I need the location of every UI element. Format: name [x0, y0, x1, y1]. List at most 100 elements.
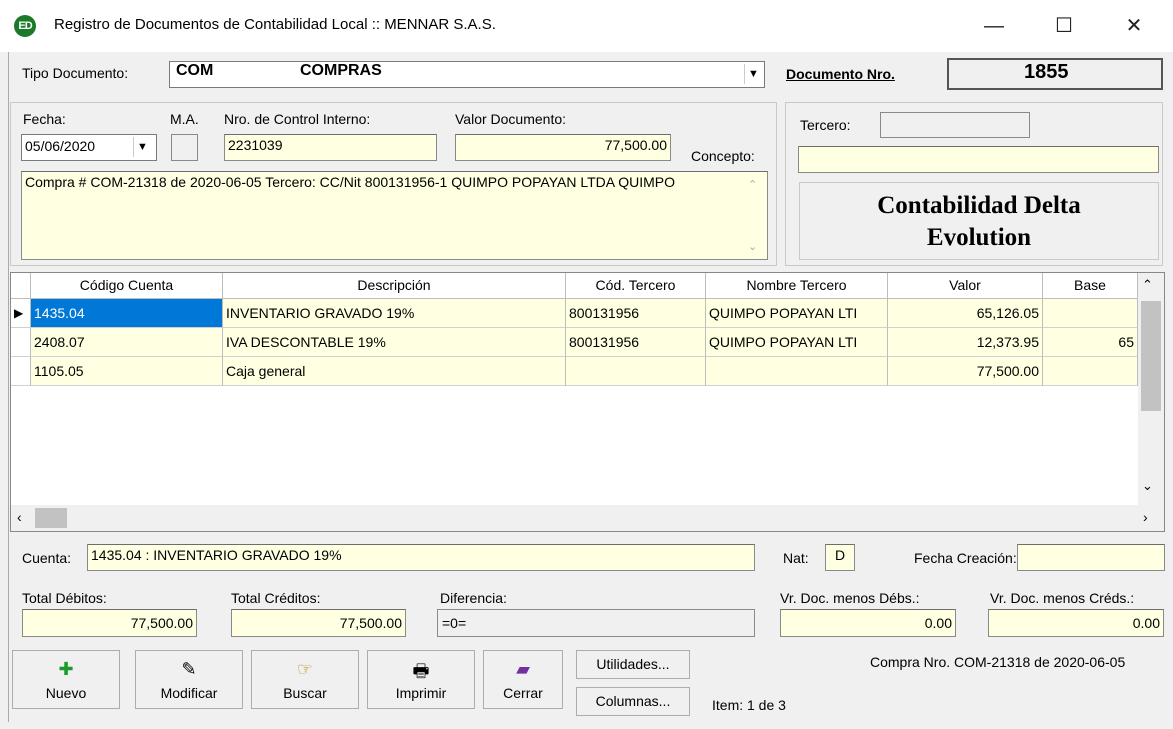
tipo-documento-code: COM: [176, 62, 214, 79]
window-title: Registro de Documentos de Contabilidad L…: [54, 16, 496, 33]
table-cell[interactable]: 77,500.00: [888, 357, 1043, 386]
vr-debs-field[interactable]: 0.00: [780, 609, 956, 637]
table-cell[interactable]: [706, 357, 888, 386]
total-creditos-label: Total Créditos:: [231, 590, 321, 606]
table-cell[interactable]: 1435.04: [31, 299, 223, 328]
scroll-down-icon[interactable]: ⌄: [748, 240, 757, 253]
utilidades-button[interactable]: Utilidades...: [576, 650, 690, 679]
app-logo-icon: ED: [14, 15, 36, 37]
cerrar-button[interactable]: ▰ Cerrar: [483, 650, 563, 709]
ma-field[interactable]: [171, 134, 198, 161]
scroll-up-icon[interactable]: ⌃: [1142, 277, 1153, 293]
col-header-cod-tercero[interactable]: Cód. Tercero: [566, 273, 706, 299]
dropdown-arrow-icon[interactable]: ▼: [133, 137, 151, 157]
horizontal-scroll-thumb[interactable]: [35, 508, 67, 528]
dropdown-arrow-icon[interactable]: ▼: [744, 64, 762, 84]
table-cell[interactable]: INVENTARIO GRAVADO 19%: [223, 299, 566, 328]
table-cell[interactable]: QUIMPO POPAYAN LTI: [706, 328, 888, 357]
col-header-valor[interactable]: Valor: [888, 273, 1043, 299]
valor-documento-field[interactable]: 77,500.00: [455, 134, 671, 161]
scroll-down-icon[interactable]: ⌄: [1142, 478, 1153, 494]
vr-debs-label: Vr. Doc. menos Débs.:: [780, 590, 920, 606]
col-header-nombre-tercero[interactable]: Nombre Tercero: [706, 273, 888, 299]
fecha-creacion-label: Fecha Creación:: [914, 550, 1017, 566]
edit-icon: ✎: [181, 659, 197, 679]
tercero-code-field[interactable]: [880, 112, 1030, 138]
tipo-documento-name: COMPRAS: [300, 62, 382, 79]
brand-line-2: Evolution: [926, 224, 1032, 251]
table-cell[interactable]: 12,373.95: [888, 328, 1043, 357]
maximize-icon[interactable]: ☐: [1044, 10, 1084, 42]
col-header-base[interactable]: Base: [1043, 273, 1138, 299]
table-cell[interactable]: [566, 357, 706, 386]
tercero-name-field[interactable]: [798, 146, 1159, 173]
scroll-left-icon[interactable]: ‹: [17, 509, 22, 525]
nuevo-button[interactable]: ✚ Nuevo: [12, 650, 120, 709]
plus-icon: ✚: [58, 659, 74, 679]
nat-label: Nat:: [783, 550, 809, 566]
buscar-label: Buscar: [283, 685, 327, 701]
table-cell[interactable]: [1043, 299, 1138, 328]
brand-line-1: Contabilidad Delta: [877, 192, 1081, 219]
diferencia-label: Diferencia:: [440, 590, 507, 606]
buscar-button[interactable]: ☞ Buscar: [251, 650, 359, 709]
minimize-icon[interactable]: —: [974, 10, 1014, 42]
table-cell[interactable]: 2408.07: [31, 328, 223, 357]
nat-field[interactable]: D: [825, 544, 855, 571]
exit-door-icon: ▰: [516, 659, 530, 679]
documento-nro-label: Documento Nro.: [786, 66, 895, 82]
row-selector[interactable]: [11, 357, 31, 386]
concepto-textarea[interactable]: Compra # COM-21318 de 2020-06-05 Tercero…: [21, 171, 768, 260]
fecha-value: 05/06/2020: [25, 138, 96, 154]
grid-corner: [11, 273, 31, 299]
imprimir-button[interactable]: 🖶 Imprimir: [367, 650, 475, 709]
control-interno-field[interactable]: 2231039: [224, 134, 437, 161]
table-cell[interactable]: Caja general: [223, 357, 566, 386]
row-selector-icon[interactable]: ▶: [11, 299, 31, 328]
fecha-creacion-field[interactable]: [1017, 544, 1165, 571]
table-cell[interactable]: 800131956: [566, 299, 706, 328]
table-cell[interactable]: [1043, 357, 1138, 386]
table-cell[interactable]: IVA DESCONTABLE 19%: [223, 328, 566, 357]
total-debitos-label: Total Débitos:: [22, 590, 107, 606]
col-header-descripcion[interactable]: Descripción: [223, 273, 566, 299]
nuevo-label: Nuevo: [45, 685, 87, 701]
close-icon[interactable]: ✕: [1114, 10, 1154, 42]
table-cell[interactable]: 65,126.05: [888, 299, 1043, 328]
total-debitos-field[interactable]: 77,500.00: [22, 609, 197, 637]
item-counter: Item: 1 de 3: [712, 697, 786, 713]
cerrar-label: Cerrar: [503, 685, 543, 701]
ma-label: M.A.: [170, 111, 199, 127]
printer-icon: 🖶: [412, 661, 430, 681]
compra-status: Compra Nro. COM-21318 de 2020-06-05: [870, 654, 1126, 670]
accounts-grid[interactable]: Código Cuenta Descripción Cód. Tercero N…: [10, 272, 1165, 532]
tipo-documento-combo[interactable]: [169, 61, 765, 88]
col-header-codigo[interactable]: Código Cuenta: [31, 273, 223, 299]
scroll-right-icon[interactable]: ›: [1143, 509, 1148, 525]
modificar-button[interactable]: ✎ Modificar: [135, 650, 243, 709]
table-cell[interactable]: QUIMPO POPAYAN LTI: [706, 299, 888, 328]
valor-documento-label: Valor Documento:: [455, 111, 567, 127]
table-cell[interactable]: 65: [1043, 328, 1138, 357]
table-cell[interactable]: 800131956: [566, 328, 706, 357]
concepto-label: Concepto:: [691, 148, 755, 164]
imprimir-label: Imprimir: [395, 685, 447, 701]
control-interno-label: Nro. de Control Interno:: [224, 111, 371, 127]
vertical-scroll-thumb[interactable]: [1141, 301, 1161, 411]
table-cell[interactable]: 1105.05: [31, 357, 223, 386]
scroll-up-icon[interactable]: ⌃: [748, 178, 757, 191]
tipo-documento-label: Tipo Documento:: [22, 65, 129, 81]
total-creditos-field[interactable]: 77,500.00: [231, 609, 406, 637]
columnas-button[interactable]: Columnas...: [576, 687, 690, 716]
horizontal-scrollbar[interactable]: [11, 505, 1164, 531]
cuenta-label: Cuenta:: [22, 550, 72, 566]
vr-creds-field[interactable]: 0.00: [988, 609, 1164, 637]
diferencia-field[interactable]: =0=: [437, 609, 755, 637]
fecha-label: Fecha:: [23, 111, 66, 127]
search-icon: ☞: [296, 659, 314, 679]
tercero-label: Tercero:: [800, 117, 851, 133]
cuenta-field[interactable]: 1435.04 : INVENTARIO GRAVADO 19%: [87, 544, 755, 571]
documento-nro-value: 1855: [1024, 61, 1069, 83]
row-selector[interactable]: [11, 328, 31, 357]
modificar-label: Modificar: [160, 685, 218, 701]
